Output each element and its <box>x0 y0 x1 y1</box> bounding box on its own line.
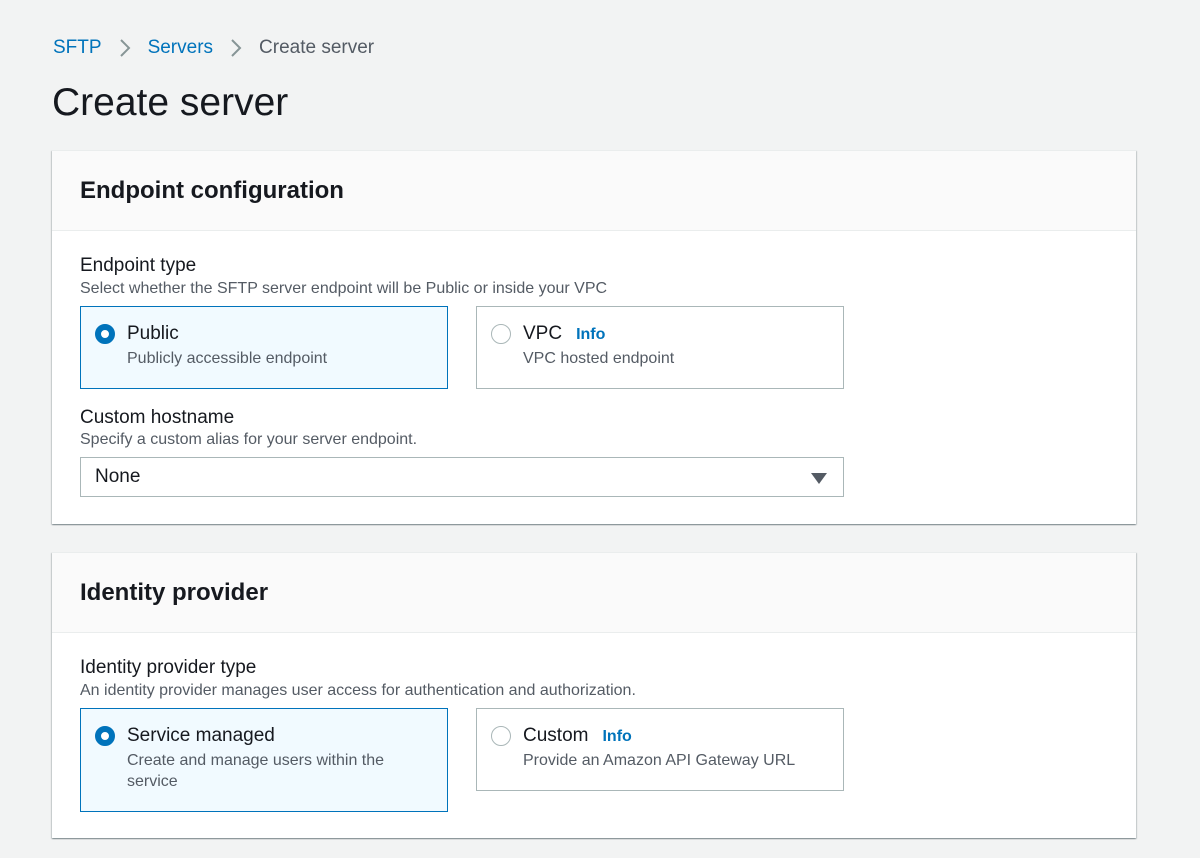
panel-header: Endpoint configuration <box>52 151 1136 231</box>
panel-title: Endpoint configuration <box>80 176 344 204</box>
page: SFTP Servers Create server Create server… <box>0 0 1200 858</box>
custom-info-link[interactable]: Info <box>602 725 631 749</box>
radio-selected-icon[interactable] <box>95 324 115 344</box>
panel-header: Identity provider <box>52 553 1136 633</box>
tile-title: VPC Info <box>523 322 605 347</box>
custom-hostname-description: Specify a custom alias for your server e… <box>80 431 418 448</box>
tile-description: Provide an Amazon API Gateway URL <box>523 752 796 769</box>
endpoint-type-label: Endpoint type <box>80 255 197 276</box>
breadcrumb: SFTP Servers Create server <box>53 36 374 60</box>
endpoint-configuration-panel: Endpoint configuration Endpoint type Sel… <box>52 150 1136 524</box>
identity-provider-panel: Identity provider Identity provider type… <box>52 552 1136 838</box>
identity-provider-type-description: An identity provider manages user access… <box>80 682 636 699</box>
tile-title-text: Public <box>127 323 179 344</box>
select-value: None <box>95 466 141 487</box>
tile-title-text: VPC <box>523 323 563 344</box>
tile-title: Custom Info <box>523 724 632 749</box>
page-title: Create server <box>52 81 289 124</box>
caret-down-icon <box>811 473 827 484</box>
breadcrumb-servers[interactable]: Servers <box>148 36 213 60</box>
radio-unselected-icon[interactable] <box>491 726 511 746</box>
panel-title: Identity provider <box>80 578 269 606</box>
radio-selected-icon[interactable] <box>95 726 115 746</box>
custom-hostname-label: Custom hostname <box>80 407 235 428</box>
tile-title-text: Custom <box>523 725 589 746</box>
identity-service-managed-tile[interactable]: Service managed Create and manage users … <box>80 708 448 812</box>
chevron-right-icon <box>119 39 131 57</box>
breadcrumb-sftp[interactable]: SFTP <box>53 36 102 60</box>
endpoint-type-public-tile[interactable]: Public Publicly accessible endpoint <box>80 306 448 389</box>
tile-description: Publicly accessible endpoint <box>127 350 328 367</box>
identity-provider-type-label: Identity provider type <box>80 657 257 678</box>
tile-title-text: Service managed <box>127 725 275 746</box>
endpoint-type-description: Select whether the SFTP server endpoint … <box>80 280 608 297</box>
vpc-info-link[interactable]: Info <box>576 323 605 347</box>
custom-hostname-select[interactable]: None <box>80 457 844 497</box>
tile-description: VPC hosted endpoint <box>523 350 675 367</box>
tile-title: Service managed <box>127 724 275 748</box>
radio-unselected-icon[interactable] <box>491 324 511 344</box>
tile-title: Public <box>127 322 179 346</box>
breadcrumb-current: Create server <box>259 37 375 58</box>
identity-custom-tile[interactable]: Custom Info Provide an Amazon API Gatewa… <box>476 708 844 791</box>
tile-description: Create and manage users within the servi… <box>127 752 385 790</box>
chevron-right-icon <box>230 39 242 57</box>
endpoint-type-vpc-tile[interactable]: VPC Info VPC hosted endpoint <box>476 306 844 389</box>
